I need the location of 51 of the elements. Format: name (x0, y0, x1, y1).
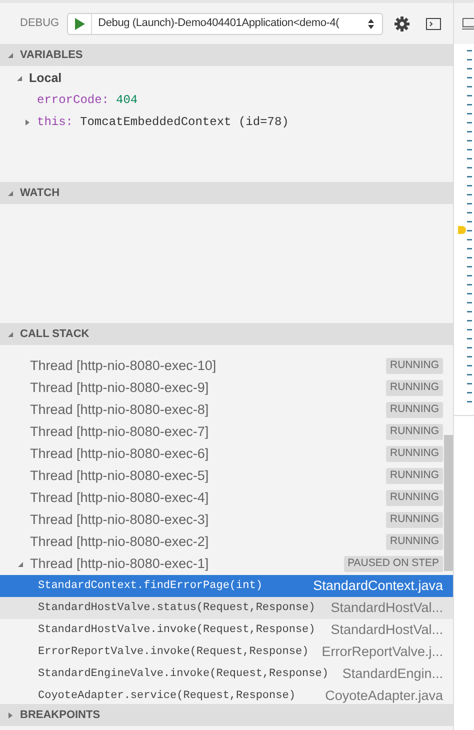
status-badge: PAUSED ON STEP (344, 556, 443, 572)
settings-icon (394, 16, 410, 32)
play-icon (74, 18, 85, 30)
status-badge: RUNNING (386, 402, 443, 418)
expanded-triangle-icon[interactable] (7, 52, 14, 58)
section-header[interactable]: WATCH (0, 182, 453, 204)
expanded-triangle-icon[interactable] (17, 560, 24, 568)
stack-frame[interactable]: StandardEngineValve.invoke(Request,Response) StandardEngin... (0, 663, 453, 685)
variable-entry[interactable]: this: TomcatEmbeddedContext (id=78) (37, 113, 289, 131)
laptop-icon[interactable] (462, 16, 474, 30)
section-header[interactable]: CALL STACK (0, 323, 453, 345)
thread-name[interactable]: Thread [http-nio-8080-exec-9] (30, 378, 386, 398)
expanded-triangle-icon[interactable] (7, 330, 14, 338)
configuration-select[interactable]: Debug (Launch)-Demo404401Application<demo-4( (67, 12, 384, 34)
thread-name[interactable]: Thread [http-nio-8080-exec-2] (30, 532, 386, 552)
status-badge: RUNNING (386, 446, 443, 462)
section-header[interactable]: BREAKPOINTS (0, 704, 453, 726)
section-header[interactable]: VARIABLES (0, 44, 453, 66)
thread-name[interactable]: Thread [http-nio-8080-exec-3] (30, 510, 386, 530)
expanded-triangle-icon[interactable] (16, 74, 23, 82)
settings-button[interactable] (393, 14, 412, 32)
debug-label: DEBUG (20, 16, 60, 32)
status-badge: RUNNING (386, 380, 443, 396)
status-badge: RUNNING (386, 468, 443, 484)
status-badge: RUNNING (386, 512, 443, 528)
status-badge: RUNNING (386, 358, 443, 374)
thread-name[interactable]: Thread [http-nio-8080-exec-5] (30, 466, 386, 486)
expanded-triangle-icon[interactable] (7, 190, 14, 196)
scope-name: Local (29, 70, 62, 87)
thread-name[interactable]: Thread [http-nio-8080-exec-6] (30, 444, 386, 464)
thread-name[interactable]: Thread [http-nio-8080-exec-1] (30, 554, 344, 574)
stack-frame[interactable]: ErrorReportValve.invoke(Request,Response) ErrorReportValve.j... (0, 641, 453, 663)
up-down-arrows-icon (368, 18, 374, 28)
stack-frame[interactable]: StandardContext.findErrorPage(int) StandardContext.java (0, 575, 453, 597)
debug-console-button[interactable] (425, 16, 442, 30)
stack-frame[interactable]: StandardHostValve.status(Request,Response) StandardHostVal... (0, 597, 453, 619)
console-icon (426, 18, 441, 30)
thread-name[interactable]: Thread [http-nio-8080-exec-7] (30, 422, 386, 442)
thread-name[interactable]: Thread [http-nio-8080-exec-8] (30, 400, 386, 420)
collapsed-triangle-icon[interactable] (7, 712, 14, 718)
collapsed-triangle-icon[interactable] (24, 118, 31, 126)
thread-name[interactable]: Thread [http-nio-8080-exec-4] (30, 488, 386, 508)
scrollbar-thumb[interactable] (444, 435, 453, 571)
configuration-name: Debug (Launch)-Demo404401Application<demo-4( (97, 16, 340, 32)
variable-entry[interactable]: errorCode: 404 (37, 91, 138, 109)
status-badge: RUNNING (386, 490, 443, 506)
status-badge: RUNNING (386, 534, 443, 550)
stack-frame[interactable]: StandardHostValve.invoke(Request,Response) StandardHostVal... (0, 619, 453, 641)
thread-name[interactable]: Thread [http-nio-8080-exec-10] (30, 356, 386, 376)
stack-frame[interactable]: CoyoteAdapter.service(Request,Response) CoyoteAdapter.java (0, 685, 453, 704)
status-badge: RUNNING (386, 424, 443, 440)
